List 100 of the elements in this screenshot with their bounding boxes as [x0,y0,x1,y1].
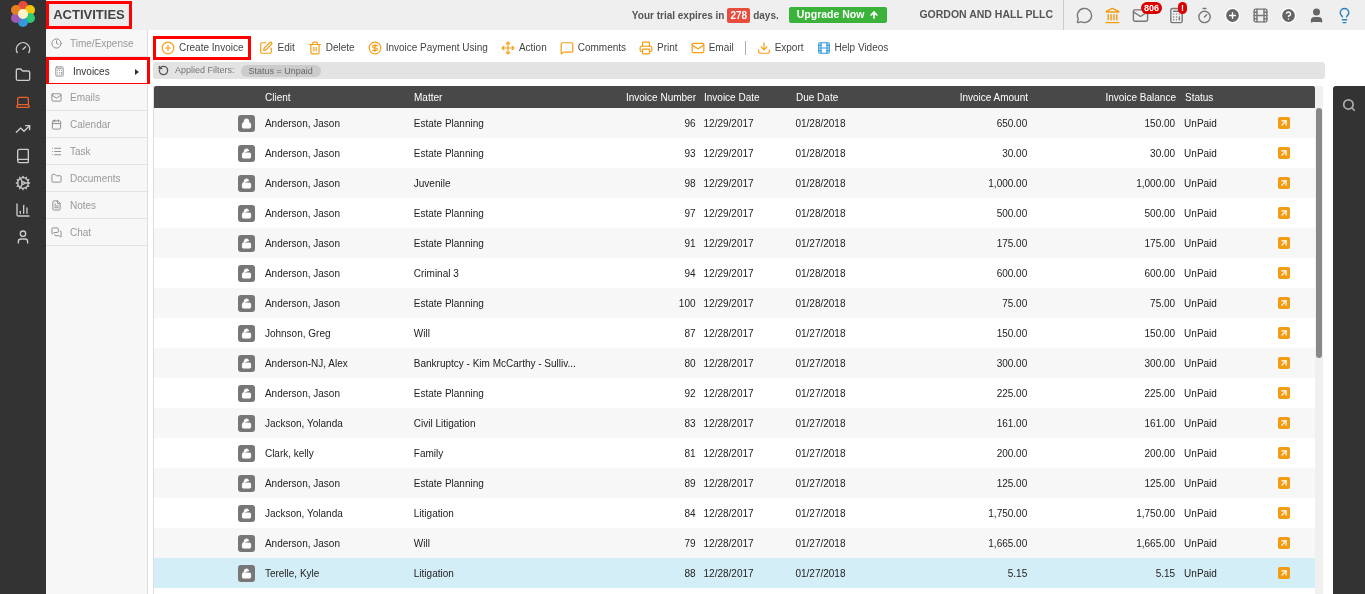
table-row[interactable]: Anderson, Jason Estate Planning 96 12/29/2017 01/28/2018 650.00 150.00 UnPaid [154,108,1315,138]
column-header[interactable]: Invoice Amount [959,91,1028,103]
table-row[interactable]: Anderson, Jason Juvenile 98 12/29/2017 01/28/2018 1,000.00 1,000.00 UnPaid [154,168,1315,198]
logo-icon[interactable] [10,1,36,27]
search-icon[interactable] [1342,98,1356,112]
table-cell: UnPaid [1184,267,1217,279]
unlock-icon[interactable] [237,144,255,162]
table-cell: 12/28/2017 [703,537,754,549]
unlock-icon[interactable] [237,444,255,462]
table-cell: 01/28/2018 [795,177,846,189]
bar-chart-icon[interactable] [15,202,31,218]
plus-icon[interactable] [1224,6,1241,24]
table-cell: 94 [684,267,696,279]
user-icon[interactable] [1308,6,1325,24]
table-row[interactable]: Terelle, Kyle Litigation 88 12/28/2017 01/27/2018 5.15 5.15 UnPaid [154,558,1315,588]
unlock-icon[interactable] [237,384,255,402]
table-cell: Estate Planning [413,237,484,249]
table-cell: 81 [684,447,696,459]
toolbar-button[interactable]: Comments [554,35,632,60]
toolbar-button[interactable]: Email [685,35,739,60]
table-cell: 98 [684,177,696,189]
stopwatch-icon[interactable] [1196,6,1213,24]
list-icon [51,145,62,157]
column-header[interactable]: Invoice Balance [1105,91,1176,103]
unlock-icon[interactable] [237,354,255,372]
laptop-icon[interactable] [15,94,31,110]
toolbar-button[interactable]: Create Invoice [153,35,252,60]
toolbar-button[interactable]: Print [634,35,683,60]
table-cell: 12/28/2017 [703,327,754,339]
column-header[interactable]: Client [265,91,291,103]
table-cell: UnPaid [1184,567,1217,579]
calculator-icon[interactable] [1168,6,1185,24]
mail-icon [690,40,705,55]
table-cell: 01/27/2018 [795,507,846,519]
folder-icon[interactable] [15,67,31,83]
sidebar-item[interactable]: Invoices [46,57,150,84]
trash-icon [307,40,322,55]
table-row[interactable]: Anderson-NJ, Alex Bankruptcy - Kim McCarthy - Sulliv... 80 12/28/2017 01/27/2018 300.00 300.00 UnPaid [154,348,1315,378]
table-cell: 89 [684,477,696,489]
table-cell: Johnson, Greg [264,327,331,339]
table-cell: 12/29/2017 [703,207,754,219]
settings-icon[interactable] [15,175,31,191]
toolbar-button[interactable]: Export [751,35,809,60]
document-icon [51,199,62,211]
table-cell: 01/27/2018 [795,447,846,459]
unlock-icon[interactable] [237,564,255,582]
unlock-icon[interactable] [237,534,255,552]
table-cell: 01/27/2018 [795,327,846,339]
unlock-icon[interactable] [237,234,255,252]
filter-chip[interactable]: Status = Unpaid [240,64,321,77]
unlock-icon[interactable] [237,294,255,312]
table-row[interactable]: Anderson, Jason Will 79 12/28/2017 01/27/2018 1,665.00 1,665.00 UnPaid [154,528,1315,558]
table-cell: 12/28/2017 [703,357,754,369]
book-icon[interactable] [15,148,31,164]
table-cell: 12/28/2017 [703,477,754,489]
table-row[interactable]: Anderson, Jason Estate Planning 89 12/28/2017 01/27/2018 125.00 125.00 UnPaid [154,468,1315,498]
table-cell: Family [413,447,444,459]
trial-text: Your trial expires in [631,8,725,23]
chat-icon[interactable] [1076,6,1093,24]
column-header[interactable]: Status [1185,91,1214,103]
unlock-icon[interactable] [237,474,255,492]
dollar-icon [367,40,382,55]
column-header[interactable]: Due Date [796,91,839,103]
dashboard-icon[interactable] [15,40,31,56]
toolbar-button[interactable]: Action [495,35,552,60]
table-row[interactable]: Anderson, Jason Estate Planning 91 12/29/2017 01/27/2018 175.00 175.00 UnPaid [154,228,1315,258]
table-cell: 1,665.00 [988,537,1028,549]
reset-icon[interactable] [158,65,169,76]
toolbar-button[interactable]: Delete [302,35,360,60]
table-cell: 84 [684,507,696,519]
column-header[interactable]: Matter [414,91,443,103]
unlock-icon[interactable] [237,414,255,432]
unlock-icon[interactable] [237,264,255,282]
table-cell: UnPaid [1184,327,1217,339]
table-row[interactable]: Jackson, Yolanda Civil Litigation 83 12/28/2017 01/27/2018 161.00 161.00 UnPaid [154,408,1315,438]
user-icon[interactable] [15,229,31,245]
table-cell: 30.00 [1002,147,1028,159]
table-cell: Estate Planning [413,207,484,219]
film-icon[interactable] [1252,6,1269,24]
lock-icon[interactable] [237,114,255,132]
column-header[interactable]: Invoice Number [625,91,696,103]
table-cell: 97 [684,207,696,219]
table-cell: 01/28/2018 [795,207,846,219]
unlock-icon[interactable] [237,324,255,342]
table-row[interactable]: Anderson, Jason Estate Planning 100 12/29/2017 01/28/2018 75.00 75.00 UnPaid [154,288,1315,318]
unlock-icon[interactable] [237,504,255,522]
chat-icon [51,226,62,238]
scrollbar[interactable] [1315,86,1323,594]
toolbar-button[interactable]: Edit [254,35,300,60]
toolbar-button[interactable]: Invoice Payment Using [362,35,493,60]
table-cell: Litigation [413,567,454,579]
table-cell: UnPaid [1184,207,1217,219]
table-cell: UnPaid [1184,507,1217,519]
unlock-icon[interactable] [237,204,255,222]
unlock-icon[interactable] [237,174,255,192]
table-cell: 5.15 [1007,567,1028,579]
table-cell: 01/27/2018 [795,357,846,369]
help-icon[interactable] [1280,6,1297,24]
column-header[interactable]: Invoice Date [704,91,760,103]
toolbar-button[interactable]: Help Videos [811,35,894,60]
